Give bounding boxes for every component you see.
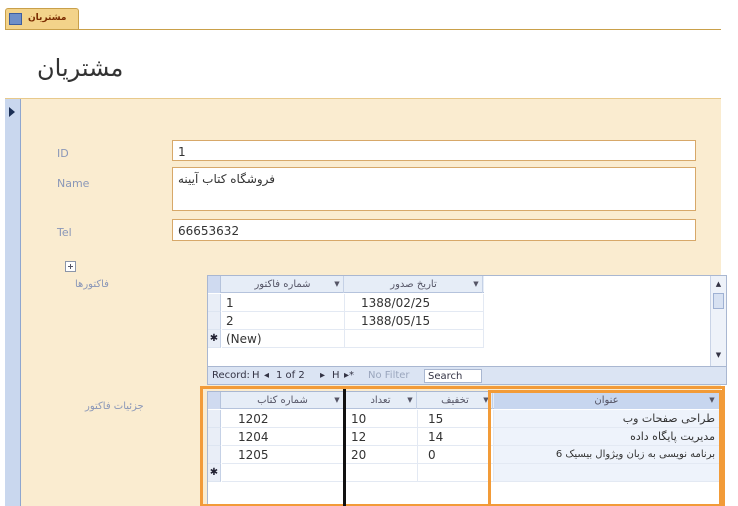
- scroll-up-icon[interactable]: ▲: [713, 279, 724, 290]
- tel-label: Tel: [57, 226, 72, 239]
- table-cell[interactable]: 1: [222, 294, 345, 312]
- row-selector[interactable]: [208, 294, 221, 312]
- tab-customers[interactable]: مشتریان: [5, 8, 79, 30]
- tel-field[interactable]: 66653632: [172, 219, 696, 241]
- scrollbar[interactable]: ▲ ▼: [710, 276, 726, 366]
- id-field[interactable]: 1: [172, 140, 696, 161]
- scroll-thumb[interactable]: [713, 293, 724, 309]
- invoices-label: فاکتورها: [75, 279, 109, 290]
- column-highlight: [488, 390, 722, 506]
- record-navigator: Record: H ◂ 1 of 2 ▸ H ▸* No Filter Sear…: [208, 366, 726, 384]
- col-issue-date-label: تاریخ صدور: [390, 279, 437, 290]
- triangle-right-icon: [9, 107, 15, 117]
- chevron-down-icon[interactable]: ▼: [471, 276, 481, 293]
- record-label: Record:: [212, 370, 250, 381]
- new-record-icon[interactable]: ▸*: [344, 369, 354, 383]
- id-label: ID: [57, 147, 69, 160]
- table-cell[interactable]: 2: [222, 312, 345, 330]
- search-input[interactable]: Search: [424, 369, 482, 383]
- scroll-down-icon[interactable]: ▼: [713, 350, 724, 361]
- name-value: فروشگاه کتاب آیینه: [178, 172, 276, 186]
- prev-record-icon[interactable]: ◂: [264, 369, 269, 383]
- form-header: مشتریان: [5, 30, 721, 98]
- col-issue-date[interactable]: تاریخ صدور: [345, 276, 483, 293]
- tab-label: مشتریان: [28, 13, 67, 23]
- last-record-icon[interactable]: H: [332, 369, 340, 383]
- new-row-cell[interactable]: (New): [222, 330, 345, 348]
- table-cell[interactable]: 1388/05/15: [345, 312, 484, 330]
- record-selector[interactable]: [5, 99, 21, 506]
- invoices-grid-header: شماره فاکتور ▼ تاریخ صدور ▼: [208, 276, 484, 293]
- plus-box-icon[interactable]: [65, 261, 76, 272]
- first-record-icon[interactable]: H: [252, 369, 260, 383]
- form-detail: ID 1 Name فروشگاه کتاب آیینه Tel 6665363…: [5, 98, 727, 506]
- row-selector[interactable]: [208, 312, 221, 330]
- chevron-down-icon[interactable]: ▼: [332, 276, 342, 293]
- name-field[interactable]: فروشگاه کتاب آیینه: [172, 167, 696, 211]
- table-cell[interactable]: [345, 330, 484, 348]
- page-title: مشتریان: [37, 54, 124, 82]
- document-tab-bar: مشتریان: [0, 0, 738, 30]
- column-resize-bar[interactable]: [343, 389, 346, 506]
- form-icon: [9, 13, 22, 25]
- table-cell[interactable]: 1388/02/25: [345, 294, 484, 312]
- name-label: Name: [57, 177, 90, 190]
- new-row-selector[interactable]: ✱: [208, 330, 221, 348]
- select-all-corner[interactable]: [208, 276, 221, 293]
- invoice-items-label: جزئیات فاکتور: [85, 401, 144, 412]
- next-record-icon[interactable]: ▸: [320, 369, 325, 383]
- filter-indicator[interactable]: No Filter: [368, 369, 410, 383]
- invoices-subform[interactable]: شماره فاکتور ▼ تاریخ صدور ▼ 1 1388/02/25…: [207, 275, 727, 385]
- col-invoice-number-label: شماره فاکتور: [254, 279, 311, 290]
- record-position[interactable]: 1 of 2: [276, 369, 305, 383]
- col-invoice-number[interactable]: شماره فاکتور: [222, 276, 344, 293]
